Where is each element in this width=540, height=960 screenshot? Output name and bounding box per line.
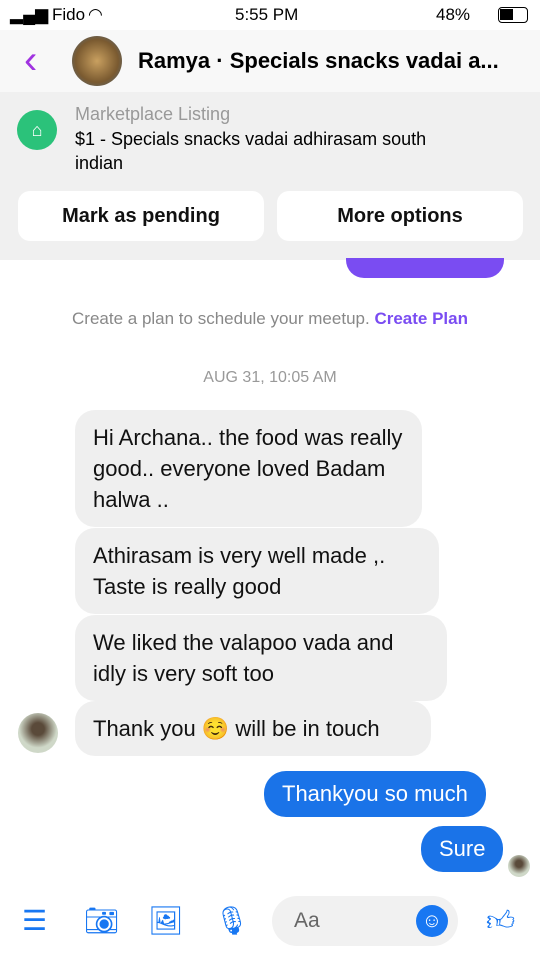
microphone-icon[interactable]: 🎙︎: [214, 904, 250, 937]
camera-icon[interactable]: 📷︎: [84, 904, 120, 937]
marketplace-listing: ⌂ Marketplace Listing $1 - Specials snac…: [0, 92, 540, 260]
plan-text: Create a plan to schedule your meetup.: [72, 309, 370, 328]
more-options-button[interactable]: More options: [277, 191, 523, 241]
image-icon[interactable]: 🖼︎: [148, 904, 184, 937]
back-button[interactable]: ‹: [24, 38, 37, 83]
message-bubble-sent[interactable]: Sure: [421, 826, 504, 872]
emoji-icon[interactable]: ☺: [416, 905, 448, 937]
composer-bar: ☰ 📷︎ 🖼︎ 🎙︎ Aa ☺ 👍︎: [0, 892, 540, 952]
timestamp: AUG 31, 10:05 AM: [203, 369, 337, 386]
message-bubble[interactable]: Athirasam is very well made ,. Taste is …: [75, 528, 439, 614]
store-icon: ⌂: [17, 110, 57, 150]
plan-prompt: Create a plan to schedule your meetup. C…: [0, 309, 540, 329]
message-placeholder: Aa: [294, 909, 320, 932]
create-plan-link[interactable]: Create Plan: [374, 309, 468, 328]
listing-label: Marketplace Listing: [75, 104, 231, 124]
avatar[interactable]: [72, 36, 122, 86]
carrier: Fido: [52, 5, 86, 24]
mark-pending-button[interactable]: Mark as pending: [18, 191, 264, 241]
battery-icon: [498, 7, 528, 23]
listing-title[interactable]: $1 - Specials snacks vadai adhirasam sou…: [75, 127, 455, 175]
status-bar: ▂▄▆ Fido ◠ 5:55 PM 48%: [0, 0, 540, 30]
thumbs-up-icon[interactable]: 👍︎: [486, 904, 515, 938]
message-bubble-sent[interactable]: Thankyou so much: [264, 771, 486, 817]
signal-icon: ▂▄▆: [10, 5, 49, 24]
message-bubble[interactable]: Hi Archana.. the food was really good.. …: [75, 410, 422, 527]
sent-bubble-partial: [346, 258, 504, 278]
menu-icon[interactable]: ☰: [22, 904, 47, 937]
message-bubble[interactable]: We liked the valapoo vada and idly is ve…: [75, 615, 447, 701]
chat-header: ‹ Ramya · Specials snacks vadai a...: [0, 30, 540, 92]
clock: 5:55 PM: [235, 5, 299, 24]
sender-avatar: [18, 713, 58, 753]
read-receipt-avatar: [508, 855, 530, 877]
message-bubble[interactable]: Thank you ☺️ will be in touch: [75, 701, 431, 756]
chat-title[interactable]: Ramya · Specials snacks vadai a...: [138, 48, 499, 74]
wifi-icon: ◠: [88, 5, 103, 24]
battery-percent: 48%: [436, 5, 471, 24]
message-input[interactable]: Aa ☺: [272, 896, 458, 946]
